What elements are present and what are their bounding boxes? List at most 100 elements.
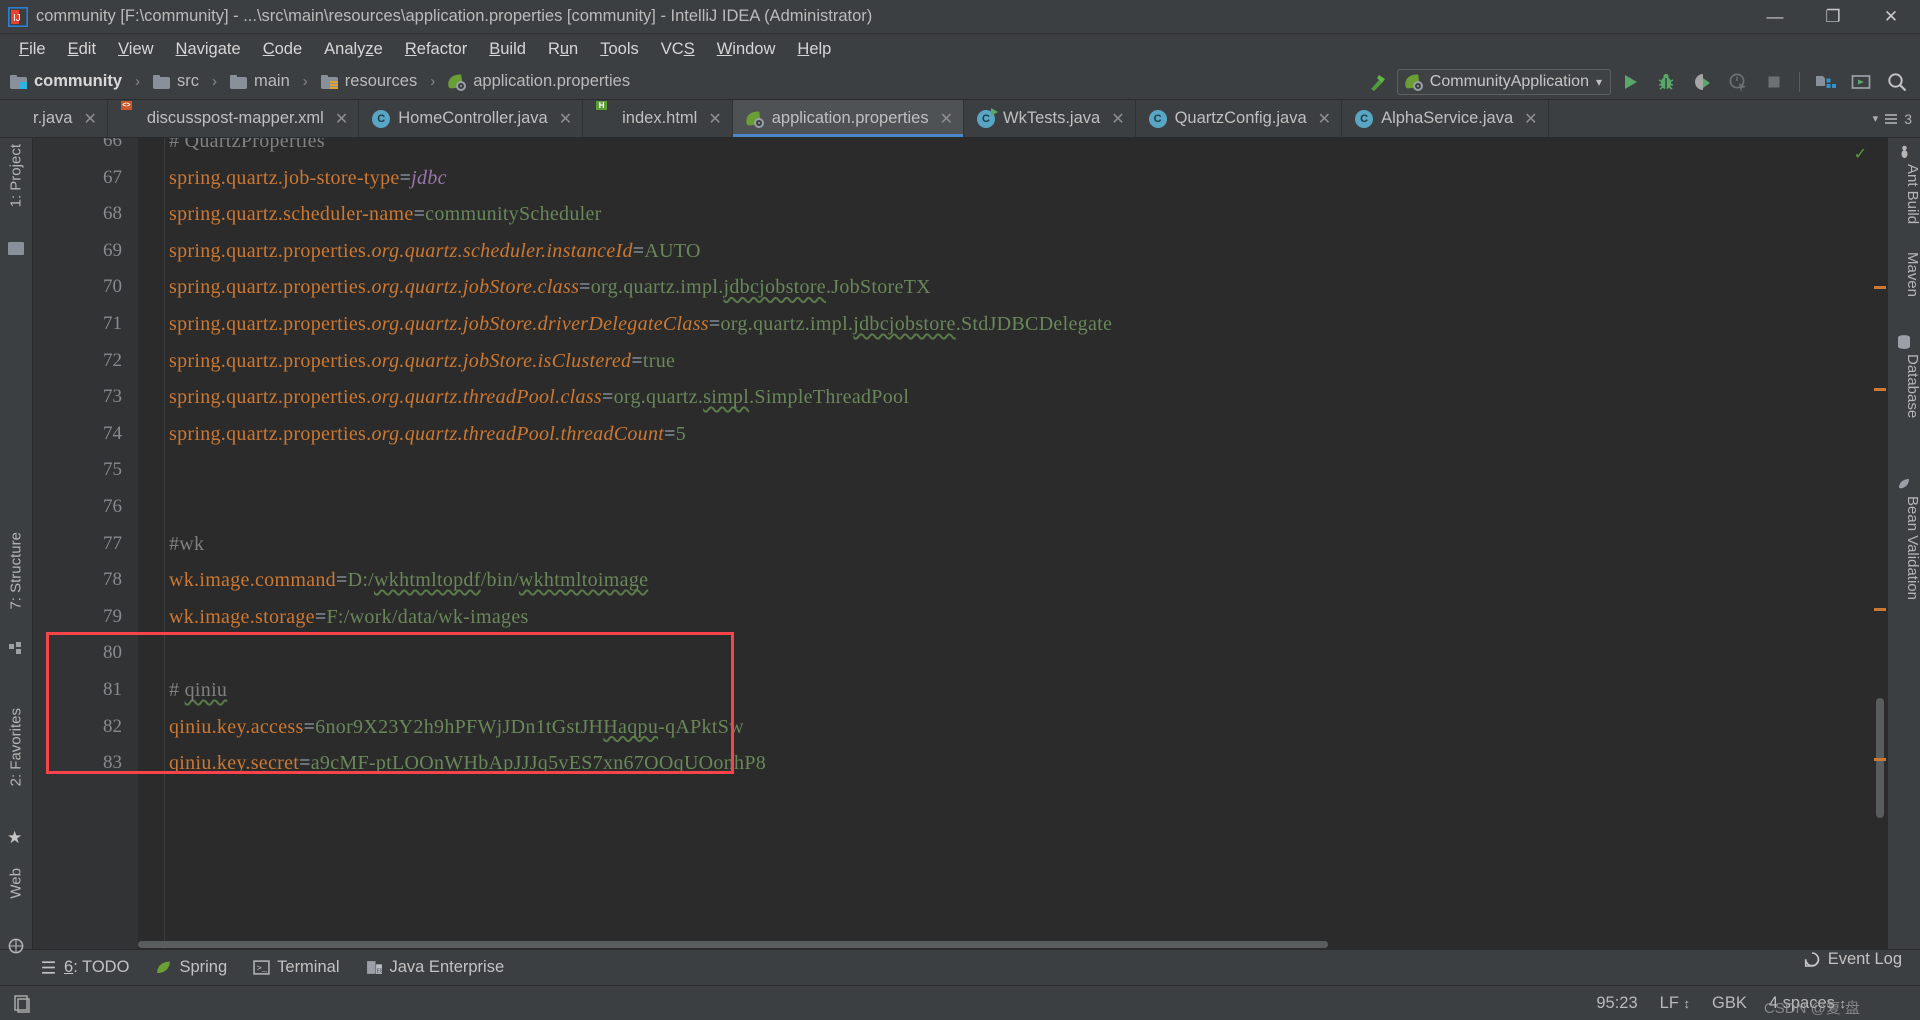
line-separator-selector[interactable]: LF ↕ [1660, 994, 1690, 1013]
code-line[interactable]: # QuartzProperties [169, 138, 325, 153]
stop-square[interactable] [1757, 67, 1791, 97]
code-token: = [314, 605, 327, 628]
encoding-selector[interactable]: GBK [1712, 994, 1747, 1013]
project-folder-icon[interactable] [8, 242, 24, 255]
code-line[interactable]: qiniu.key.secret=a9cMF-ptLOOnWHbApJJJq5v… [169, 752, 766, 775]
close-icon[interactable]: ✕ [1318, 109, 1331, 129]
sidebar-item-database[interactable]: Database [1904, 354, 1920, 418]
error-marker[interactable] [1874, 388, 1886, 391]
code-text-area[interactable]: # QuartzProperties spring.quartz.job-stor… [138, 138, 1887, 949]
tab-discusspost-mapper-xml[interactable]: <> discusspost-mapper.xml ✕ [107, 100, 360, 137]
tab-alphaservice-java[interactable]: C AlphaService.java ✕ [1342, 100, 1549, 137]
menu-code[interactable]: Code [252, 37, 313, 62]
code-line[interactable]: wk.image.command=D:/wkhtmltopdf/bin/wkht… [169, 569, 648, 592]
breadcrumb-item-src[interactable]: src [153, 72, 199, 91]
toggle-tool-windows-icon[interactable] [14, 993, 31, 1013]
tool-window-terminal[interactable]: >_ Terminal [253, 958, 340, 977]
tool-window-spring[interactable]: Spring [155, 958, 227, 977]
menu-edit[interactable]: Edit [57, 37, 107, 62]
error-marker[interactable] [1874, 286, 1886, 289]
tool-window-6--todo[interactable]: 6: TODO [40, 958, 129, 977]
menu-refactor[interactable]: Refactor [394, 37, 478, 62]
sidebar-item-project[interactable]: 1: Project [8, 144, 25, 207]
editor-vertical-scrollbar[interactable] [1873, 138, 1887, 949]
sidebar-item-favorites[interactable]: 2: Favorites [8, 708, 25, 786]
bug-icon[interactable] [1649, 67, 1683, 97]
code-line[interactable]: #wk [169, 533, 204, 556]
close-icon[interactable]: ✕ [708, 109, 721, 129]
close-icon[interactable]: ✕ [940, 109, 953, 129]
code-token: spring.quartz.properties. [169, 422, 372, 445]
inspection-status-icon[interactable]: ✓ [1854, 144, 1867, 164]
tab-homecontroller-java[interactable]: C HomeController.java ✕ [359, 100, 584, 137]
close-icon[interactable]: ✕ [83, 109, 96, 129]
menu-file[interactable]: File [8, 37, 57, 62]
tab-r-java[interactable]: r.java ✕ [33, 100, 108, 137]
caret-position[interactable]: 95:23 [1596, 994, 1637, 1013]
menu-navigate[interactable]: Navigate [165, 37, 252, 62]
bean-validation-icon[interactable] [1896, 476, 1912, 492]
event-log-button[interactable]: Event Log [1803, 950, 1902, 969]
tab-label: WkTests.java [1003, 109, 1101, 127]
close-icon[interactable]: ✕ [1111, 109, 1124, 129]
tab-application-properties[interactable]: application.properties ✕ [732, 100, 964, 137]
menu-tools[interactable]: Tools [589, 37, 650, 62]
search-icon[interactable] [1880, 67, 1914, 97]
breadcrumb-item-resources[interactable]: resources [320, 72, 417, 91]
code-line[interactable]: spring.quartz.properties.org.quartz.jobS… [169, 350, 675, 373]
code-line[interactable]: spring.quartz.properties.org.quartz.sche… [169, 240, 701, 263]
tab-index-html[interactable]: Hindex.html ✕ [583, 100, 733, 137]
code-line[interactable]: spring.quartz.properties.org.quartz.thre… [169, 423, 686, 446]
close-button[interactable]: ✕ [1862, 0, 1920, 34]
sidebar-item-maven[interactable]: Maven [1904, 252, 1920, 297]
menu-run[interactable]: Run [537, 37, 589, 62]
menu-analyze[interactable]: Analyze [313, 37, 394, 62]
code-editor[interactable]: 66 67 68 69 70 71 72 73 74 75 76 77 78 79 80 81 82 83 # Q… [33, 138, 1887, 949]
breadcrumb-item-main[interactable]: main [230, 72, 290, 91]
code-line[interactable]: spring.quartz.job-store-type=jdbc [169, 167, 447, 190]
tab-wktests-java[interactable]: C WkTests.java ✕ [964, 100, 1136, 137]
run-button[interactable] [1613, 67, 1647, 97]
sidebar-item-ant-build[interactable]: Ant Build [1904, 164, 1920, 224]
sidebar-item-bean-validation[interactable]: Bean Validation [1904, 496, 1920, 600]
project-structure-icon[interactable] [1808, 67, 1842, 97]
code-line[interactable]: spring.quartz.properties.org.quartz.jobS… [169, 276, 931, 299]
code-line[interactable]: qiniu.key.access=6nor9X23Y2h9hPFWjJDn1tG… [169, 716, 744, 739]
coverage-icon[interactable] [1685, 67, 1719, 97]
editor-horizontal-scrollbar[interactable] [138, 939, 1873, 949]
star-icon[interactable]: ★ [7, 828, 22, 848]
close-icon[interactable]: ✕ [1524, 109, 1537, 129]
menu-window[interactable]: Window [706, 37, 787, 62]
sidebar-item-web[interactable]: Web [8, 868, 25, 899]
close-icon[interactable]: ✕ [559, 109, 572, 129]
maximize-button[interactable]: ❐ [1804, 0, 1862, 34]
menu-view[interactable]: View [107, 37, 164, 62]
code-line[interactable]: spring.quartz.properties.org.quartz.jobS… [169, 313, 1112, 336]
profiler-icon[interactable] [1721, 67, 1755, 97]
menu-build[interactable]: Build [478, 37, 537, 62]
tab-overflow-control[interactable]: ▾ 3 [1873, 100, 1920, 137]
scrollbar-thumb[interactable] [138, 941, 1328, 948]
hammer-icon[interactable] [1361, 67, 1395, 97]
breadcrumb-item-application-properties[interactable]: application.properties [447, 72, 630, 91]
web-icon[interactable] [8, 938, 24, 954]
minimize-button[interactable]: — [1746, 0, 1804, 34]
tool-window-java-enterprise[interactable]: EE Java Enterprise [366, 958, 504, 977]
update-app-icon[interactable] [1844, 67, 1878, 97]
ant-icon[interactable] [1897, 144, 1912, 159]
tab-quartzconfig-java[interactable]: C QuartzConfig.java ✕ [1135, 100, 1343, 137]
code-line[interactable]: spring.quartz.scheduler-name=communitySc… [169, 203, 602, 226]
close-icon[interactable]: ✕ [335, 109, 348, 129]
database-icon[interactable] [1896, 334, 1912, 350]
code-line[interactable]: spring.quartz.properties.org.quartz.thre… [169, 386, 909, 409]
code-line[interactable]: wk.image.storage=F:/work/data/wk-images [169, 606, 529, 629]
menu-vcs[interactable]: VCS [650, 37, 706, 62]
error-marker[interactable] [1874, 608, 1886, 611]
error-marker[interactable] [1874, 758, 1886, 761]
structure-icon[interactable] [9, 642, 23, 656]
breadcrumb-item-community[interactable]: community [10, 72, 122, 91]
sidebar-item-structure[interactable]: 7: Structure [8, 532, 25, 610]
run-configuration-selector[interactable]: CommunityApplication ▾ [1396, 69, 1611, 95]
code-line[interactable]: # qiniu [169, 679, 227, 702]
menu-help[interactable]: Help [786, 37, 842, 62]
